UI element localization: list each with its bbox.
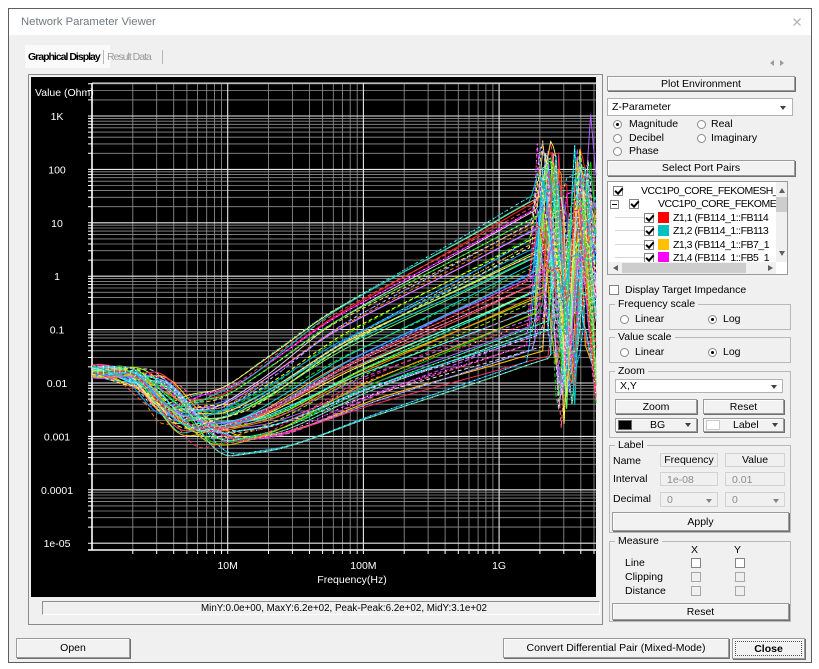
svg-text:0.1: 0.1 [50,325,65,337]
svg-text:1e-05: 1e-05 [44,538,71,550]
svg-text:Frequency(Hz): Frequency(Hz) [317,574,386,586]
svg-text:100: 100 [48,164,66,176]
svg-text:1K: 1K [51,111,64,123]
svg-text:1G: 1G [492,560,506,572]
svg-text:0.0001: 0.0001 [41,485,73,497]
svg-text:0.001: 0.001 [44,431,70,443]
svg-text:100M: 100M [350,560,376,572]
svg-text:10M: 10M [217,560,237,572]
svg-text:Value (Ohm): Value (Ohm) [35,87,94,99]
svg-text:1: 1 [54,271,60,283]
svg-text:10: 10 [51,218,63,230]
svg-text:0.01: 0.01 [47,378,68,390]
